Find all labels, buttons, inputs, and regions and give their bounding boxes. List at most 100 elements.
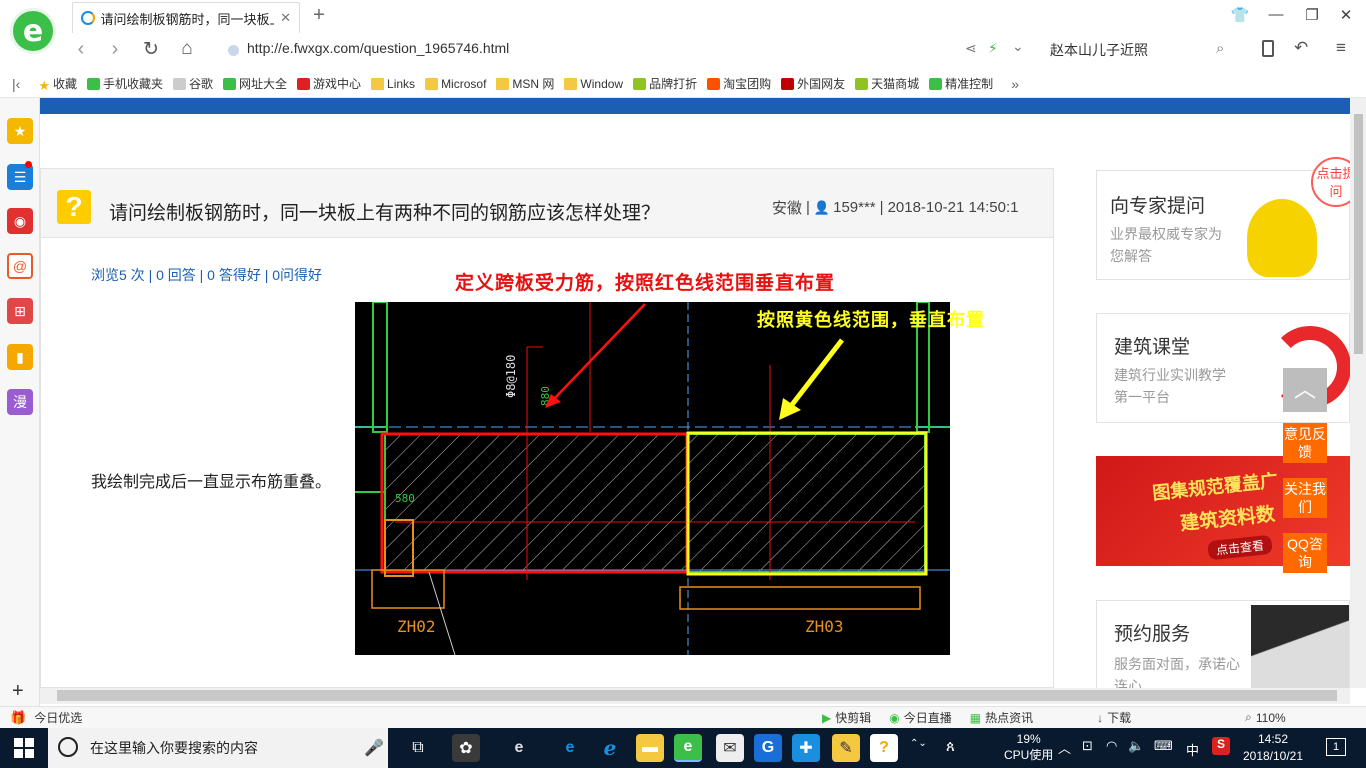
cross-app-icon[interactable]: ✚ [792, 734, 820, 762]
bookmark-item[interactable]: 手机收藏夹 [86, 75, 163, 92]
tray-up-icon[interactable]: ︿ [1058, 738, 1071, 757]
wifi-icon[interactable]: ◠ [1106, 738, 1117, 754]
booking-card[interactable]: 预约服务 服务面对面，承诺心连心 [1096, 600, 1350, 690]
wechat-icon [929, 77, 943, 90]
horizontal-scroll-thumb[interactable] [57, 690, 1337, 701]
vertical-scroll-thumb[interactable] [1354, 114, 1363, 354]
cortana-icon[interactable] [58, 737, 78, 757]
address-bar[interactable]: http://e.fwxgx.com/question_1965746.html [247, 40, 509, 56]
status-item[interactable]: 快剪辑 [835, 709, 871, 726]
file-explorer-icon[interactable]: ▬ [636, 734, 664, 762]
taskbar-search-input[interactable]: 在这里输入你要搜索的内容 [48, 728, 388, 768]
maximize-icon[interactable]: ❐ [1300, 6, 1324, 24]
lightning-icon[interactable]: ⚡ [988, 40, 998, 57]
bookmark-label: 收藏 [52, 77, 77, 91]
close-window-icon[interactable]: ✕ [1334, 6, 1358, 24]
bookmark-overflow-icon[interactable]: » [1011, 76, 1019, 92]
people-icon[interactable]: ጰ [946, 738, 955, 755]
back-to-top-icon[interactable]: ︿ [1283, 368, 1327, 412]
bookmark-item[interactable]: 网址大全 [223, 75, 287, 92]
question-user[interactable]: 159*** [833, 199, 876, 216]
network-icon[interactable]: ⊡ [1082, 738, 1093, 754]
edge-icon[interactable]: e [556, 734, 584, 762]
search-icon[interactable]: ⌕ [1216, 40, 1224, 57]
menu-icon[interactable]: ≡ [1336, 38, 1346, 58]
tab-close-icon[interactable]: ✕ [280, 10, 291, 26]
mail-app-icon[interactable]: ✉ [716, 734, 744, 762]
bookmark-item[interactable]: Links [371, 77, 415, 91]
task-view-icon[interactable]: ⧉ [404, 734, 432, 762]
notes-app-icon[interactable]: ✎ [832, 734, 860, 762]
status-today-picks[interactable]: 今日优选 [34, 709, 82, 726]
ie-blue-icon[interactable]: ℯ [596, 734, 624, 762]
home-icon[interactable]: ⌂ [174, 38, 200, 60]
taskbar-search-placeholder: 在这里输入你要搜索的内容 [90, 740, 258, 756]
share-icon[interactable]: ⋖ [965, 40, 977, 57]
mail-icon[interactable]: @ [7, 253, 33, 279]
windows-start-icon[interactable] [14, 738, 34, 758]
qq-consult-button[interactable]: QQ咨询 [1283, 533, 1327, 573]
search-input[interactable]: 赵本山儿子近照 [1050, 40, 1148, 60]
ie-icon[interactable]: e [505, 734, 533, 762]
status-item[interactable]: 热点资讯 [985, 709, 1033, 726]
keyboard-icon[interactable]: ⌨ [1154, 738, 1173, 754]
question-stats: 浏览5 次 | 0 回答 | 0 答得好 | 0问得好 [91, 267, 323, 283]
shirt-icon[interactable]: 👕 [1228, 6, 1252, 24]
mobile-icon[interactable] [1262, 40, 1274, 57]
back-icon[interactable]: ‹ [68, 38, 94, 61]
status-item[interactable]: 今日直播 [904, 709, 952, 726]
status-items: ▶ 快剪辑 ◉ 今日直播 ▦ 热点资讯 ↓ 下载 ⌕ 110% [822, 709, 1286, 726]
live-icon: ◉ [889, 710, 900, 725]
refresh-icon[interactable]: ↻ [138, 38, 164, 61]
browser-logo[interactable]: e [10, 8, 56, 54]
site-info-icon[interactable] [228, 45, 239, 56]
cad-drawing-image[interactable]: ZH02 ZH03 Φ8@180 880 580 [355, 302, 950, 655]
question-app-icon[interactable]: ? [870, 734, 898, 762]
bookmark-item[interactable]: 淘宝团购 [707, 75, 771, 92]
new-tab-button[interactable]: + [308, 4, 330, 27]
folder-icon [371, 77, 385, 90]
bookmark-item[interactable]: 品牌打折 [633, 75, 697, 92]
question-meta: 安徽 | 👤 159*** | 2018-10-21 14:50:1 [772, 199, 1019, 217]
microphone-icon[interactable]: 🎤 [364, 738, 384, 758]
ask-expert-card[interactable]: 向专家提问 业界最权威专家为您解答 点击提问 [1096, 157, 1361, 280]
forward-icon[interactable]: › [102, 38, 128, 61]
bookmark-item[interactable]: 天猫商城 [855, 75, 919, 92]
undo-icon[interactable]: ↶ [1294, 38, 1308, 58]
minimize-icon[interactable]: — [1264, 6, 1288, 23]
bookmark-item[interactable]: 外国网友 [781, 75, 845, 92]
g-app-icon[interactable]: G [754, 734, 782, 762]
feedback-button[interactable]: 意见反馈 [1283, 423, 1327, 463]
sogou-icon[interactable]: S [1212, 737, 1230, 755]
game-controller-icon[interactable]: ⊞ [7, 298, 33, 324]
cpu-monitor[interactable]: 19% CPU使用 [1004, 731, 1053, 763]
bookmark-item[interactable]: MSN 网 [496, 75, 554, 92]
browser-360-icon[interactable]: e [674, 734, 702, 762]
app-fan-icon[interactable]: ✿ [452, 734, 480, 762]
bookmark-item[interactable]: 谷歌 [173, 75, 213, 92]
cpu-label: CPU使用 [1004, 748, 1054, 762]
volume-icon[interactable]: 🔈 [1128, 738, 1144, 754]
bookmark-item[interactable]: 精准控制 [929, 75, 993, 92]
notification-center-icon[interactable]: 1 [1326, 738, 1346, 756]
bookmark-item[interactable]: Window [564, 77, 623, 91]
weibo-icon[interactable]: ◉ [7, 208, 33, 234]
tab-active[interactable]: 请问绘制板钢筋时，同一块板上有两种不同的钢筋应该怎样处理？ ✕ [72, 2, 300, 33]
status-item[interactable]: 下载 [1107, 709, 1131, 726]
taskbar-clock[interactable]: 14:52 2018/10/21 [1240, 731, 1306, 765]
zoom-level[interactable]: 110% [1256, 711, 1286, 725]
bookmark-item[interactable]: 游戏中心 [297, 75, 361, 92]
ime-indicator[interactable]: 中 [1186, 740, 1199, 759]
novel-icon[interactable]: ▮ [7, 344, 33, 370]
taskbar-scroll-icon[interactable]: ⌃⌄ [910, 738, 927, 749]
bookmark-label: Microsof [441, 76, 487, 91]
follow-us-button[interactable]: 关注我们 [1283, 478, 1327, 518]
chevron-down-icon[interactable]: ⌄ [1012, 38, 1024, 55]
bookmark-item[interactable]: Microsof [425, 77, 486, 91]
favorites-star-icon[interactable]: ★ [7, 118, 33, 144]
sidebar-toggle-icon[interactable]: |‹ [12, 76, 20, 92]
comic-icon[interactable]: 漫 [7, 389, 33, 415]
bookmark-item[interactable]: ★ 收藏 [38, 75, 77, 93]
banner-button[interactable]: 点击查看 [1207, 534, 1273, 561]
add-sidebar-icon[interactable]: + [12, 680, 24, 703]
